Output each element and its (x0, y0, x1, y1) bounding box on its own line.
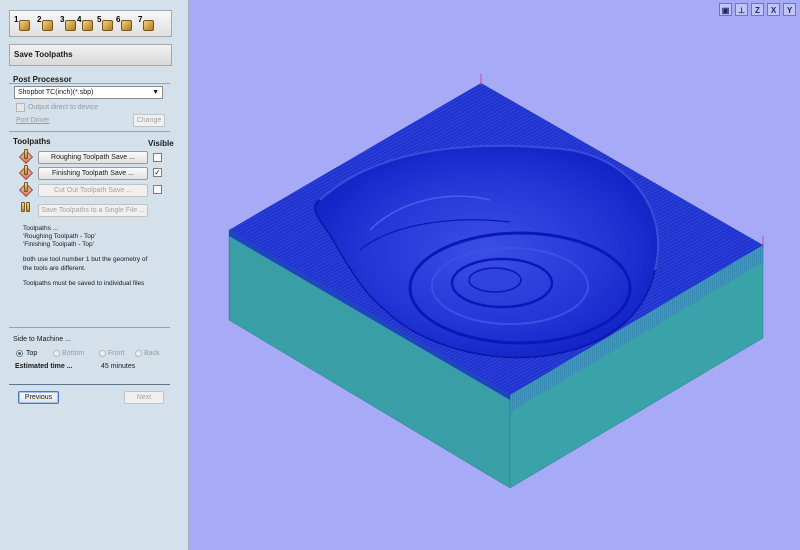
toolpath-icon (121, 20, 132, 31)
visible-heading: Visible (148, 139, 174, 148)
divider (9, 131, 170, 132)
iso-view-icon[interactable]: ⊥ (735, 3, 748, 16)
cutout-save-button[interactable]: Cut Out Toolpath Save ... (38, 184, 148, 197)
info-line: the tools are different. (23, 265, 86, 272)
model-size-icon (82, 20, 93, 31)
orient-model-icon (65, 20, 76, 31)
import-model-icon (42, 20, 53, 31)
previous-button[interactable]: Previous (18, 391, 59, 404)
change-button[interactable]: Change (133, 114, 165, 127)
cutout-toolpath-icon (18, 182, 34, 198)
view-toolbar: ▣ ⊥ Z X Y (719, 3, 796, 16)
view-z-icon[interactable]: Z (751, 3, 764, 16)
view-x-icon[interactable]: X (767, 3, 780, 16)
post-processor-select[interactable]: Shopbot TC(inch)(*.sbp) ▼ (14, 86, 163, 99)
info-line: both use tool number 1 but the geometry … (23, 256, 148, 263)
info-line: Toolpaths must be saved to individual fi… (23, 280, 145, 287)
step-6-button[interactable]: 6 (116, 15, 132, 32)
output-direct-label: Output direct to device (28, 104, 99, 111)
cutout-visible-checkbox[interactable] (153, 185, 162, 194)
step-2-button[interactable]: 2 (37, 15, 53, 32)
step-5-button[interactable]: 5 (97, 15, 113, 32)
setup-job-icon (19, 20, 30, 31)
wizard-toolbar: 1 2 3 4 5 6 7 (9, 10, 172, 37)
info-line: 'Finishing Toolpath - Top' (23, 241, 94, 248)
3d-viewport[interactable]: ▣ ⊥ Z X Y (190, 0, 800, 550)
left-panel: 1 2 3 4 5 6 7 Save Toolpaths Post Proces… (0, 0, 189, 550)
side-back-label: Back (144, 350, 160, 357)
divider (9, 327, 170, 328)
save-single-file-icon (19, 202, 33, 218)
side-back-radio[interactable] (135, 350, 142, 357)
zoom-fit-icon[interactable]: ▣ (719, 3, 732, 16)
step-7-button[interactable]: 7 (138, 15, 154, 32)
panel-title: Save Toolpaths (9, 44, 172, 66)
save-toolpath-icon (143, 20, 154, 31)
step-1-button[interactable]: 1 (14, 15, 30, 32)
next-button[interactable]: Next (124, 391, 164, 404)
roughing-toolpath-icon (18, 149, 34, 165)
roughing-visible-checkbox[interactable] (153, 153, 162, 162)
side-front-label: Front (108, 350, 125, 357)
step-4-button[interactable]: 4 (77, 15, 93, 32)
side-bottom-label: Bottom (62, 350, 85, 357)
side-bottom-radio[interactable] (53, 350, 60, 357)
finishing-toolpath-icon (18, 165, 34, 181)
finishing-save-button[interactable]: Finishing Toolpath Save ... (38, 167, 148, 180)
step-3-button[interactable]: 3 (60, 15, 76, 32)
view-y-icon[interactable]: Y (783, 3, 796, 16)
side-top-radio[interactable] (16, 350, 23, 357)
estimated-time-value: 45 minutes (101, 363, 136, 370)
chevron-down-icon: ▼ (152, 89, 159, 96)
toolpaths-heading: Toolpaths (13, 137, 51, 146)
divider (9, 83, 170, 84)
save-single-file-button[interactable]: Save Toolpaths to a Single File ... (38, 204, 148, 217)
roughing-save-button[interactable]: Roughing Toolpath Save ... (38, 151, 148, 164)
side-front-radio[interactable] (99, 350, 106, 357)
finishing-visible-checkbox[interactable]: ✓ (153, 168, 162, 177)
divider (9, 384, 170, 385)
port-driver-label: Port Driver (16, 117, 50, 124)
output-direct-checkbox[interactable] (16, 103, 25, 112)
estimated-time-label: Estimated time ... (15, 363, 73, 370)
side-to-machine-heading: Side to Machine ... (13, 336, 71, 343)
toolpath-preview (228, 74, 764, 489)
side-top-label: Top (26, 350, 38, 357)
machining-limit-icon (102, 20, 113, 31)
